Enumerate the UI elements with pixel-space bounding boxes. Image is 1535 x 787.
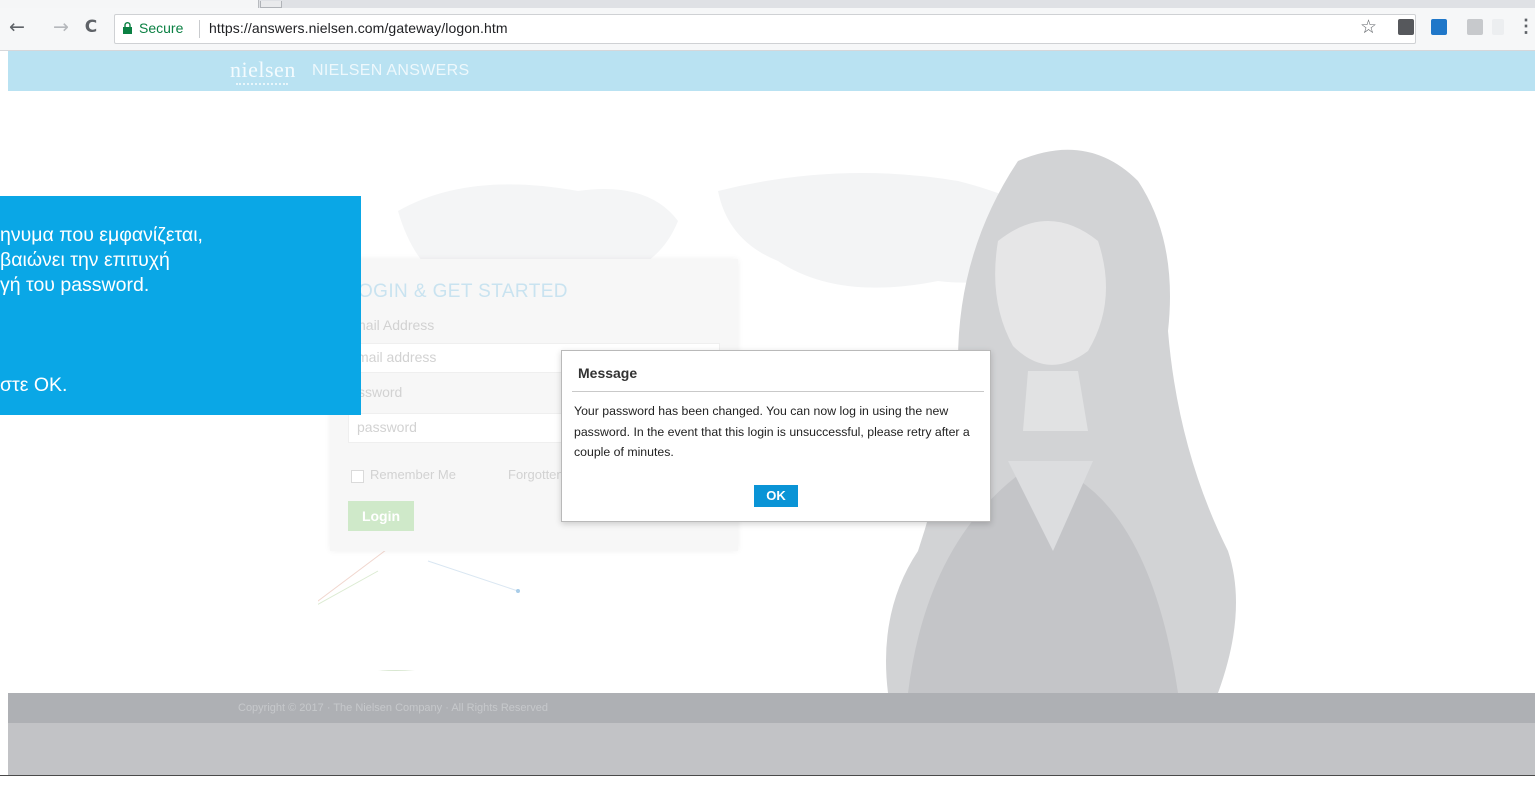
email-label: nail Address: [358, 317, 435, 333]
forward-arrow-icon[interactable]: →: [50, 16, 72, 38]
footer-band: [8, 723, 1535, 775]
extension-new-icon[interactable]: [1431, 19, 1447, 35]
ok-button[interactable]: OK: [754, 485, 798, 507]
login-button[interactable]: Login: [348, 501, 414, 531]
forgotten-password-link[interactable]: Forgotten: [508, 467, 564, 482]
lock-icon: [123, 22, 132, 34]
remember-me-checkbox[interactable]: [351, 470, 364, 483]
message-dialog: Message Your password has been changed. …: [561, 350, 991, 522]
dialog-divider: [572, 391, 984, 392]
login-title: OGIN & GET STARTED: [358, 281, 568, 302]
nielsen-logo[interactable]: nielsen: [230, 57, 296, 83]
menu-icon[interactable]: ⋮: [1517, 16, 1535, 37]
instruction-callout: ηνυμα που εμφανίζεται, βαιώνει την επιτυ…: [0, 196, 361, 415]
remember-me-label[interactable]: Remember Me: [370, 467, 456, 482]
browser-tab[interactable]: [0, 0, 259, 8]
email-placeholder: mail address: [357, 349, 437, 365]
callout-line-4: στε OK.: [0, 374, 68, 396]
extension-grey-icon[interactable]: [1492, 19, 1504, 35]
password-placeholder: password: [357, 419, 417, 435]
dialog-title: Message: [578, 365, 638, 381]
callout-line-3: γή του password.: [0, 274, 150, 296]
site-title: NIELSEN ANSWERS: [312, 62, 470, 79]
copyright-text: Copyright © 2017 · The Nielsen Company ·…: [238, 702, 548, 714]
logo-dots: [236, 83, 288, 87]
new-tab-button[interactable]: [260, 1, 282, 8]
site-header: nielsen NIELSEN ANSWERS: [8, 51, 1535, 91]
url-text[interactable]: https://answers.nielsen.com/gateway/logo…: [209, 20, 508, 36]
reload-icon[interactable]: C: [80, 16, 102, 38]
address-bar[interactable]: Secure https://answers.nielsen.com/gatew…: [114, 14, 1416, 44]
star-icon[interactable]: ☆: [1360, 17, 1377, 37]
extension-s-icon[interactable]: [1467, 19, 1483, 35]
address-separator: [199, 20, 200, 38]
bottom-border: [0, 775, 1535, 787]
extension-bulb-icon[interactable]: [1398, 19, 1414, 35]
footer: Copyright © 2017 · The Nielsen Company ·…: [8, 693, 1535, 723]
back-arrow-icon[interactable]: ←: [6, 16, 28, 38]
callout-line-2: βαιώνει την επιτυχή: [0, 249, 170, 271]
password-label: ssword: [358, 384, 403, 400]
callout-line-1: ηνυμα που εμφανίζεται,: [0, 224, 203, 246]
secure-label: Secure: [139, 20, 184, 36]
dialog-message: Your password has been changed. You can …: [574, 404, 970, 459]
